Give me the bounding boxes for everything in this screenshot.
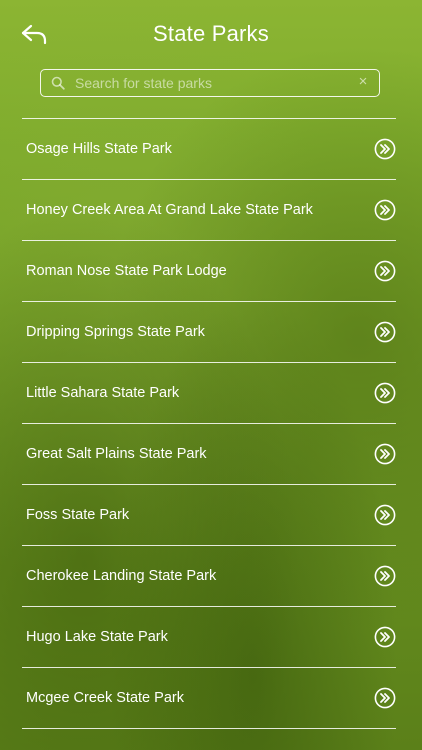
list-item[interactable]: Great Salt Plains State Park [22, 424, 396, 485]
page-title: State Parks [153, 21, 269, 46]
list-item-label: Cherokee Landing State Park [26, 568, 217, 584]
list-item-label: Osage Hills State Park [26, 141, 172, 157]
nav-bar: State Parks [0, 0, 422, 64]
chevron-double-right-icon[interactable] [374, 687, 396, 709]
list-item[interactable]: Dripping Springs State Park [22, 302, 396, 363]
list-item[interactable]: Mcgee Creek State Park [22, 668, 396, 729]
list-item-label: Honey Creek Area At Grand Lake State Par… [26, 202, 313, 218]
chevron-double-right-icon[interactable] [374, 565, 396, 587]
chevron-double-right-icon[interactable] [374, 260, 396, 282]
list-item-label: Great Salt Plains State Park [26, 446, 207, 462]
chevron-double-right-icon[interactable] [374, 626, 396, 648]
list-item[interactable]: Foss State Park [22, 485, 396, 546]
list-item-label: Dripping Springs State Park [26, 324, 205, 340]
list-item[interactable]: Roman Nose State Park Lodge [22, 241, 396, 302]
search-bar[interactable]: × [40, 69, 380, 97]
chevron-double-right-icon[interactable] [374, 199, 396, 221]
list-item[interactable]: Hugo Lake State Park [22, 607, 396, 668]
chevron-double-right-icon[interactable] [374, 443, 396, 465]
chevron-double-right-icon[interactable] [374, 321, 396, 343]
list-item[interactable]: Osage Hills State Park [22, 119, 396, 180]
list-item-label: Foss State Park [26, 507, 130, 523]
search-input[interactable] [75, 70, 345, 95]
list-item-label: Mcgee Creek State Park [26, 690, 184, 706]
list-item-label: Hugo Lake State Park [26, 629, 168, 645]
parks-list: Osage Hills State Park Honey Creek Area … [22, 118, 396, 729]
chevron-double-right-icon[interactable] [374, 382, 396, 404]
list-item[interactable]: Little Sahara State Park [22, 363, 396, 424]
search-icon [51, 76, 65, 90]
clear-icon[interactable]: × [355, 74, 371, 90]
list-item[interactable]: Cherokee Landing State Park [22, 546, 396, 607]
chevron-double-right-icon[interactable] [374, 504, 396, 526]
list-item-label: Roman Nose State Park Lodge [26, 263, 227, 279]
chevron-double-right-icon[interactable] [374, 138, 396, 160]
list-item-label: Little Sahara State Park [26, 385, 180, 401]
list-item[interactable]: Honey Creek Area At Grand Lake State Par… [22, 180, 396, 241]
